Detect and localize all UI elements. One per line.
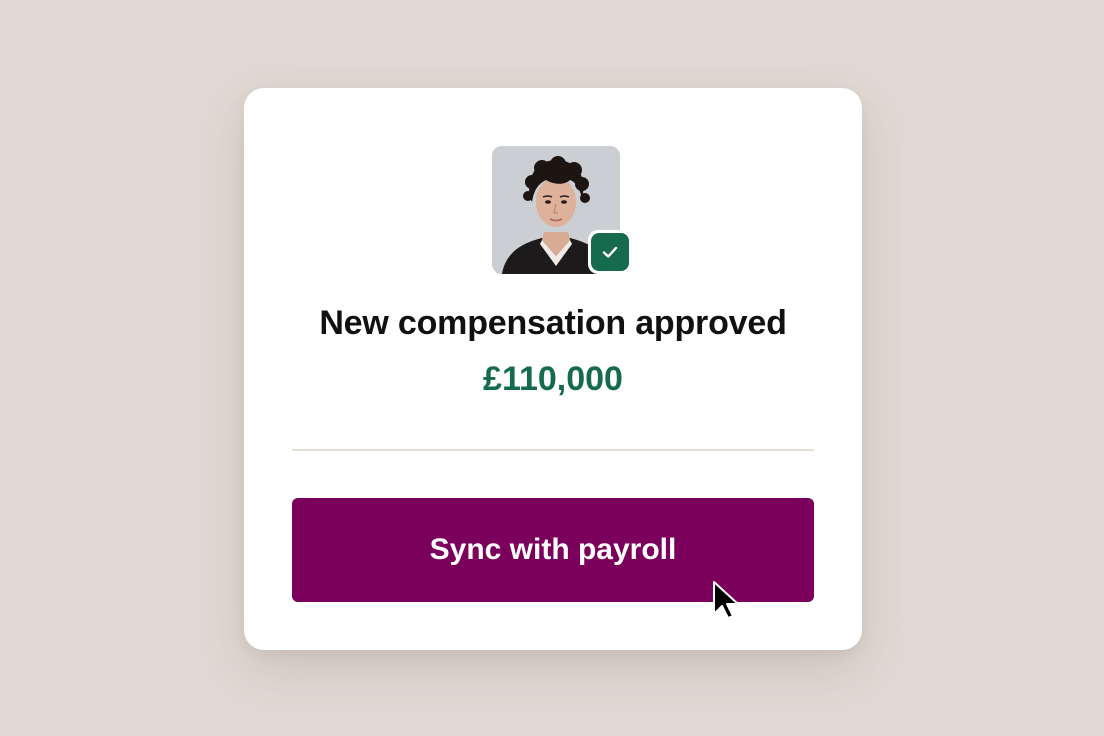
divider: [292, 449, 814, 451]
compensation-card: New compensation approved £110,000 Sync …: [244, 88, 862, 650]
compensation-amount: £110,000: [483, 360, 623, 398]
checkmark-icon: [591, 233, 629, 271]
approved-badge: [588, 230, 632, 274]
avatar-container: [492, 146, 632, 274]
notification-title: New compensation approved: [319, 304, 787, 342]
mouse-pointer-icon: [713, 581, 739, 619]
stage: New compensation approved £110,000 Sync …: [0, 0, 1104, 736]
